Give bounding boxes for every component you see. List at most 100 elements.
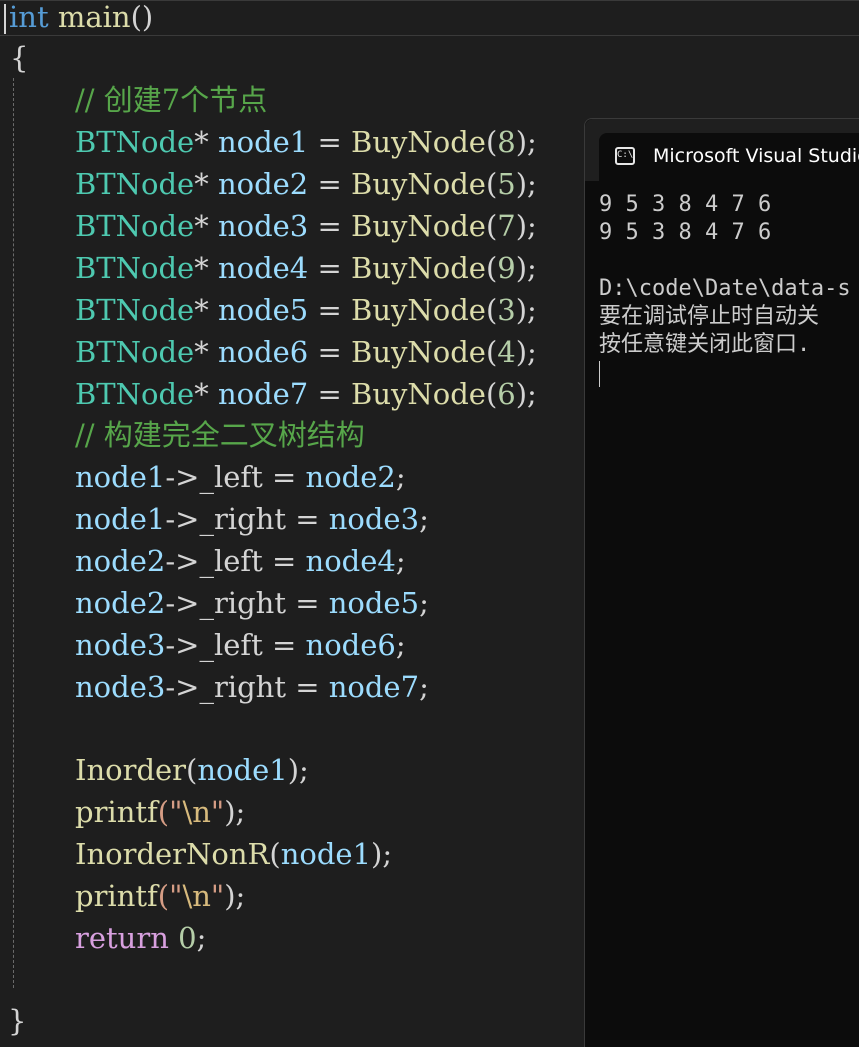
code-token: ( [485,335,498,369]
code-line[interactable]: node3->_right = node7; [0,666,429,708]
code-token: (" [157,879,183,913]
code-token: * [194,251,218,285]
code-token: ( [186,753,198,787]
code-token: ; [196,921,207,955]
code-line[interactable]: BTNode* node5 = BuyNode(3); [0,289,537,331]
code-token: { [10,41,29,75]
code-line[interactable]: BTNode* node3 = BuyNode(7); [0,205,537,247]
code-token: BuyNode [351,335,486,369]
code-line[interactable]: node1->_right = node3; [0,498,429,540]
code-token: = [262,628,306,662]
code-token: node3 [328,502,420,536]
console-titlebar[interactable]: C:\ Microsoft Visual Studio [585,119,859,181]
code-token: BTNode [75,251,195,285]
code-token: BuyNode [351,209,486,243]
code-line[interactable]: // 创建7个节点 [0,79,267,121]
console-output-line: D:\code\Date\data-s [599,276,851,301]
code-token: _right [199,670,286,704]
console-tab[interactable]: C:\ Microsoft Visual Studio [599,133,859,181]
code-line[interactable]: BTNode* node2 = BuyNode(5); [0,163,537,205]
code-line[interactable]: printf("\n"); [0,791,245,833]
code-line[interactable]: BTNode* node4 = BuyNode(9); [0,247,537,289]
code-token: node1 [197,753,288,787]
code-line[interactable]: BTNode* node1 = BuyNode(8); [0,121,537,163]
code-line[interactable]: return 0; [0,917,206,959]
code-token: node1 [75,460,166,494]
code-token: _right [199,502,286,536]
code-token: ); [224,879,246,913]
code-line[interactable]: node1->_left = node2; [0,456,406,498]
code-token: ( [269,837,281,871]
code-token: node7 [328,670,420,704]
code-token: printf [75,795,158,829]
code-token: BTNode [75,377,195,411]
code-token: node2 [75,586,166,620]
code-token: BuyNode [351,377,486,411]
code-line[interactable]: InorderNonR(node1); [0,833,392,875]
code-line[interactable]: BTNode* node7 = BuyNode(6); [0,373,537,415]
code-token: = [308,293,352,327]
code-line[interactable]: printf("\n"); [0,875,245,917]
code-line[interactable]: Inorder(node1); [0,749,309,791]
code-token: 7 [497,209,516,243]
code-line[interactable] [0,707,75,749]
code-line[interactable]: BTNode* node6 = BuyNode(4); [0,331,537,373]
code-token: _left [199,628,263,662]
code-token: printf [75,879,158,913]
code-token: node3 [75,670,166,704]
code-line[interactable] [0,959,75,1001]
code-token: } [8,1004,27,1038]
code-token: ); [515,335,537,369]
code-token: * [194,167,218,201]
code-line[interactable]: node2->_right = node5; [0,582,429,624]
code-token: ( [485,293,498,327]
code-token: = [262,460,306,494]
code-token: ( [485,125,498,159]
code-token: BTNode [75,293,195,327]
code-token: node6 [305,628,396,662]
code-token: ( [485,209,498,243]
code-token: 5 [497,167,516,201]
code-token: node4 [217,251,309,285]
code-token: ); [515,377,537,411]
code-token: ); [515,293,537,327]
code-token: * [194,209,218,243]
code-token: -> [165,628,200,662]
code-token: = [285,502,329,536]
code-token: -> [165,502,200,536]
code-token: * [194,293,218,327]
code-line[interactable]: // 构建完全二叉树结构 [0,414,365,456]
code-token: ( [485,251,498,285]
code-token: // 创建7个节点 [75,83,268,117]
code-token: \n [182,879,211,913]
code-token: 8 [497,125,516,159]
code-token: * [194,125,218,159]
code-token: BTNode [75,209,195,243]
code-token: BuyNode [351,167,486,201]
code-token: main [57,0,131,34]
code-line[interactable]: } [0,1000,26,1042]
console-output-line: 按任意键关闭此窗口. [599,332,811,357]
console-output-line: 9 5 3 8 4 7 6 [599,220,772,245]
code-token: 6 [497,377,516,411]
console-window[interactable]: C:\ Microsoft Visual Studio 9 5 3 8 4 7 … [584,118,859,1047]
code-token: -> [165,460,200,494]
code-token: _right [199,586,286,620]
code-token: node1 [75,502,166,536]
code-line[interactable]: int main() [0,0,153,38]
console-output-line: 要在调试停止时自动关 [599,304,820,329]
code-line[interactable]: node3->_left = node6; [0,624,406,666]
code-token: = [308,335,352,369]
code-line[interactable]: node2->_left = node4; [0,540,406,582]
code-token: 3 [497,293,516,327]
code-line[interactable]: { [0,37,28,79]
console-cursor [599,361,600,387]
code-token: 4 [497,335,516,369]
code-token: BuyNode [351,125,486,159]
code-token: 0 [178,921,197,955]
code-token: = [308,251,352,285]
code-token: ( [485,167,498,201]
code-token: = [285,586,329,620]
